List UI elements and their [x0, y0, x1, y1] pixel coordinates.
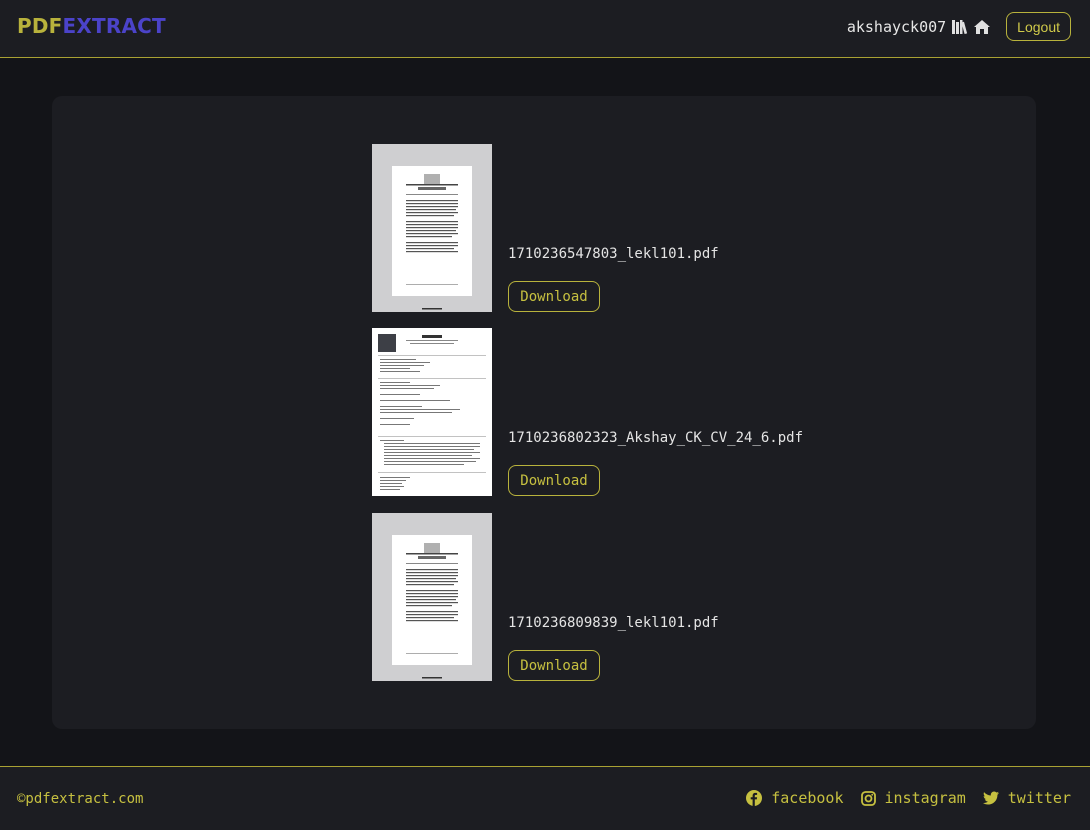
file-item: 1710236809839_lekl101.pdf Download [372, 513, 972, 681]
pdf-page-thumbnail[interactable] [372, 513, 492, 681]
download-button[interactable]: Download [508, 465, 600, 496]
facebook-link[interactable]: facebook [746, 789, 844, 807]
twitter-icon [982, 791, 999, 805]
file-name: 1710236547803_lekl101.pdf [508, 246, 719, 262]
file-name: 1710236809839_lekl101.pdf [508, 615, 719, 631]
social-links: facebook instagram twitter [729, 789, 1071, 807]
facebook-label: facebook [771, 789, 844, 807]
file-name: 1710236802323_Akshay_CK_CV_24_6.pdf [508, 430, 804, 446]
download-button[interactable]: Download [508, 650, 600, 681]
download-button[interactable]: Download [508, 281, 600, 312]
username-label: akshayck007 [846, 17, 947, 36]
library-icon[interactable] [952, 19, 968, 34]
user-area: akshayck007 Logout [846, 12, 1071, 41]
logout-button[interactable]: Logout [1006, 12, 1071, 41]
brand-logo[interactable]: PDFEXTRACT [17, 14, 166, 38]
top-navbar: PDFEXTRACT akshayck007 Logout [0, 0, 1090, 58]
brand-logo-extract: EXTRACT [62, 14, 166, 38]
brand-logo-pdf: PDF [17, 14, 63, 38]
twitter-label: twitter [1007, 789, 1071, 807]
pdf-page-thumbnail[interactable] [372, 328, 492, 496]
file-item: 1710236547803_lekl101.pdf Download [372, 144, 972, 312]
home-icon[interactable] [974, 19, 991, 34]
file-item: 1710236802323_Akshay_CK_CV_24_6.pdf Down… [372, 328, 972, 496]
instagram-link[interactable]: instagram [860, 789, 966, 807]
instagram-icon [860, 790, 876, 806]
copyright-text: ©pdfextract.com [17, 791, 144, 807]
footer: ©pdfextract.com facebook instagram twitt… [0, 766, 1090, 830]
pdf-page-thumbnail[interactable] [372, 144, 492, 312]
files-card: 1710236547803_lekl101.pdf Download 17102… [52, 96, 1036, 729]
instagram-label: instagram [884, 789, 966, 807]
facebook-icon [746, 790, 763, 806]
twitter-link[interactable]: twitter [982, 789, 1071, 807]
